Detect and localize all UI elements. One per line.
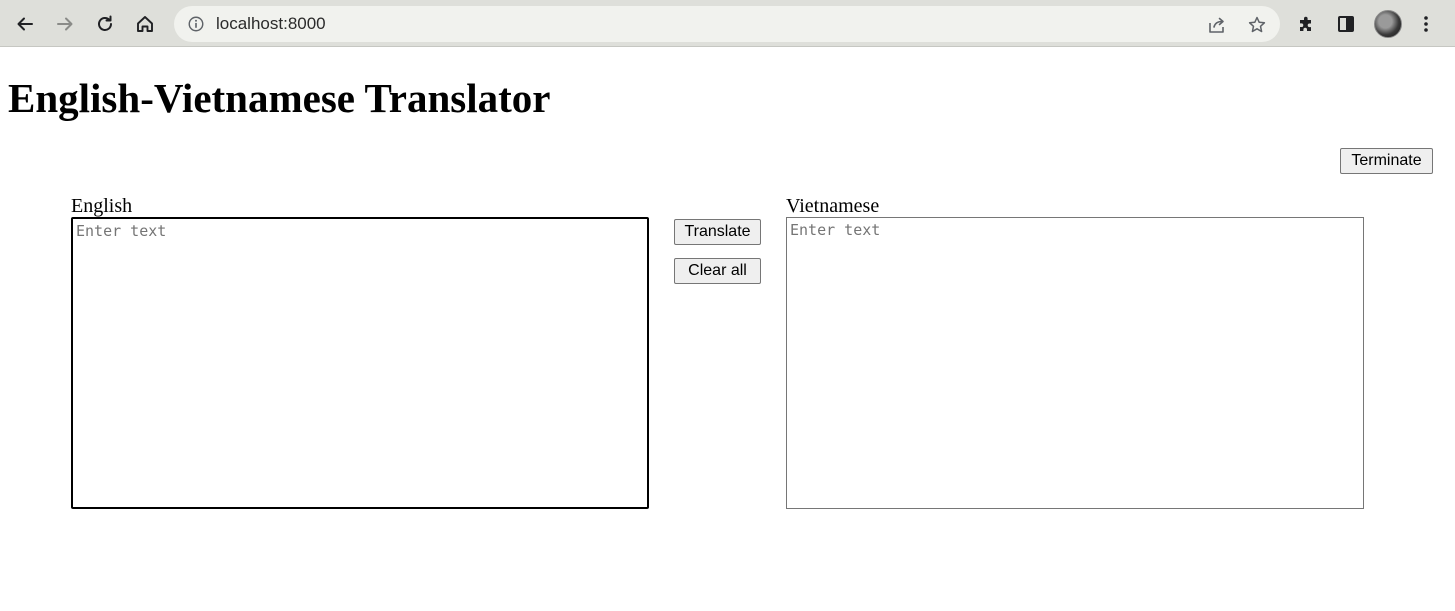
back-arrow-icon[interactable] [9,8,41,40]
browser-toolbar: localhost:8000 [0,0,1455,47]
page-title: English-Vietnamese Translator [8,75,551,121]
reload-icon[interactable] [89,8,121,40]
translate-button[interactable]: Translate [674,219,761,245]
english-input[interactable] [71,217,649,509]
url-text[interactable]: localhost:8000 [216,14,326,34]
terminate-button[interactable]: Terminate [1340,148,1433,174]
star-icon[interactable] [1246,14,1268,36]
english-label: English [71,195,133,217]
profile-avatar[interactable] [1374,10,1402,38]
clear-all-button[interactable]: Clear all [674,258,761,284]
share-icon[interactable] [1206,14,1228,36]
puzzle-icon[interactable] [1290,8,1322,40]
vietnamese-output[interactable] [786,217,1364,509]
side-panel-icon[interactable] [1330,8,1362,40]
kebab-menu-icon[interactable] [1410,8,1442,40]
info-icon[interactable] [186,14,206,34]
home-icon[interactable] [129,8,161,40]
forward-arrow-icon[interactable] [49,8,81,40]
address-bar[interactable]: localhost:8000 [174,6,1280,42]
vietnamese-label: Vietnamese [786,195,880,217]
